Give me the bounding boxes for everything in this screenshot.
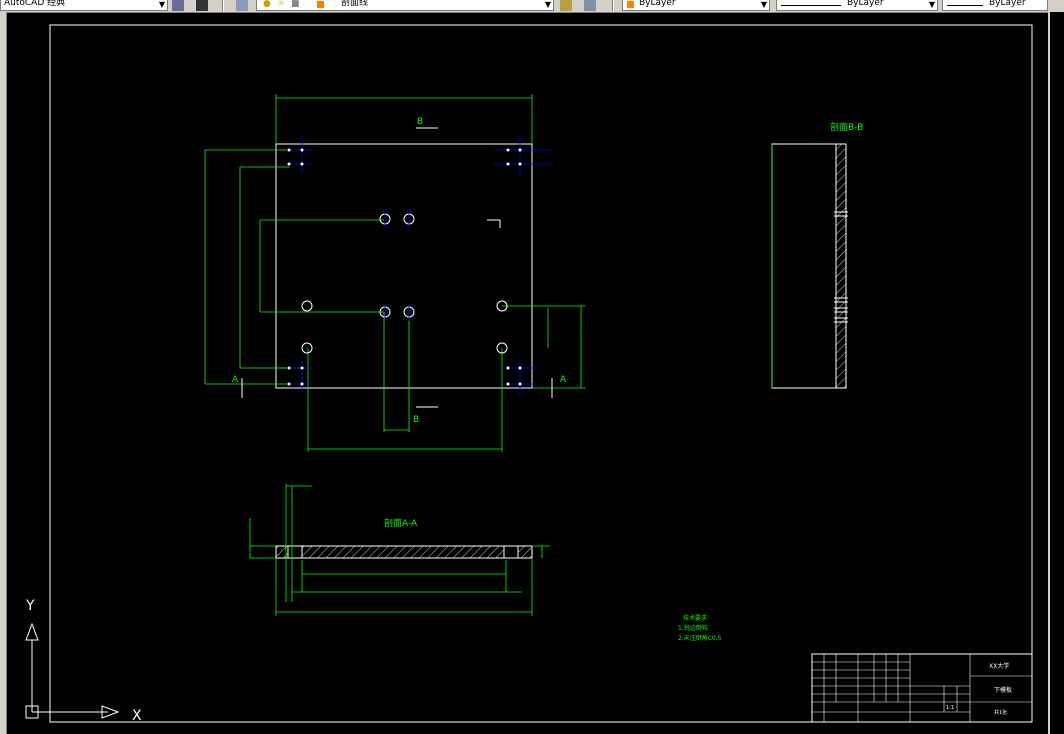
lineweight-dropdown[interactable]: ByLayer (942, 0, 1048, 11)
note-2: 2.未注倒角C0.5 (678, 634, 722, 642)
lineweight-preview (947, 5, 983, 6)
color-value: ByLayer (639, 0, 676, 8)
section-aa-view: 剖面A-A (249, 484, 550, 616)
layer-name: 剖面线 (341, 0, 369, 8)
section-aa-hole (503, 545, 519, 559)
ucs-icon: Y X (25, 598, 142, 724)
ucs-y-label: Y (25, 598, 35, 614)
layer-properties-icon[interactable] (236, 0, 248, 11)
section-a-label-left: A (232, 375, 239, 385)
section-a-label-right: A (560, 375, 567, 385)
drawing-border (49, 24, 1033, 723)
chevron-down-icon: ▼ (544, 0, 551, 9)
layer-color-swatch (317, 1, 324, 8)
scale-value: 1:1 (946, 705, 954, 711)
workspace-value: AutoCAD 经典 (4, 0, 66, 8)
toolbar-overflow (1050, 0, 1064, 11)
workspace-toggle-icon[interactable] (196, 0, 208, 11)
section-b-label-bottom: B (413, 415, 419, 425)
hole (301, 342, 313, 354)
plan-view: B B A A (204, 94, 586, 452)
section-aa-title: 剖面A-A (384, 517, 418, 529)
linetype-value: ByLayer (847, 0, 884, 8)
linetype-dropdown[interactable]: ByLayer ▼ (776, 0, 938, 11)
section-bb-view: 剖面B-B (771, 121, 863, 389)
chevron-down-icon: ▼ (760, 0, 767, 9)
chevron-down-icon: ▼ (928, 0, 935, 9)
vertical-scrollbar[interactable] (1048, 12, 1064, 734)
color-swatch (627, 1, 634, 8)
workspace-settings-icon[interactable] (172, 0, 184, 11)
toolbar-separator (612, 0, 614, 11)
technical-notes: 技术要求 1.锐边倒钝 2.未注倒角C0.5 (678, 614, 722, 642)
plate-outline (275, 143, 533, 389)
layer-dropdown[interactable]: ● ☼ ■ 剖面线 ▼ (256, 0, 554, 11)
lineweight-value: ByLayer (989, 0, 1026, 8)
linetype-preview (781, 5, 841, 6)
title-block: XX大学 下模板 1:1 共1张 (811, 653, 1033, 723)
section-bb-hatch (835, 143, 847, 389)
section-bb-outline (771, 143, 837, 389)
hole (301, 300, 313, 312)
layer-previous-icon[interactable] (584, 0, 596, 11)
toolbar-separator (222, 0, 224, 11)
part-name: 下模板 (994, 686, 1012, 694)
color-dropdown[interactable]: ByLayer ▼ (622, 0, 770, 11)
notes-title: 技术要求 (683, 614, 707, 622)
note-1: 1.锐边倒钝 (678, 624, 708, 632)
section-b-label-top: B (417, 117, 423, 127)
sheet-count: 共1张 (994, 709, 1007, 716)
sun-icon: ☼ (277, 0, 286, 9)
school-name: XX大学 (989, 662, 1009, 670)
lightbulb-icon: ● (263, 0, 271, 9)
section-bb-title: 剖面B-B (830, 121, 863, 133)
section-aa-hatch (275, 545, 533, 559)
drawing-canvas[interactable]: B B A A 剖面B-B 剖面A-A 技术要求 1.锐边倒钝 2.未注倒角C0… (6, 12, 1048, 734)
ucs-x-label: X (132, 708, 142, 724)
workspace-dropdown[interactable]: AutoCAD 经典 ▼ (0, 0, 168, 11)
small-holes (287, 148, 522, 386)
lock-icon: ■ (291, 0, 300, 9)
center-marks (286, 134, 552, 396)
make-current-layer-icon[interactable] (560, 0, 572, 11)
section-aa-hole (287, 545, 303, 559)
chevron-down-icon: ▼ (158, 0, 165, 9)
